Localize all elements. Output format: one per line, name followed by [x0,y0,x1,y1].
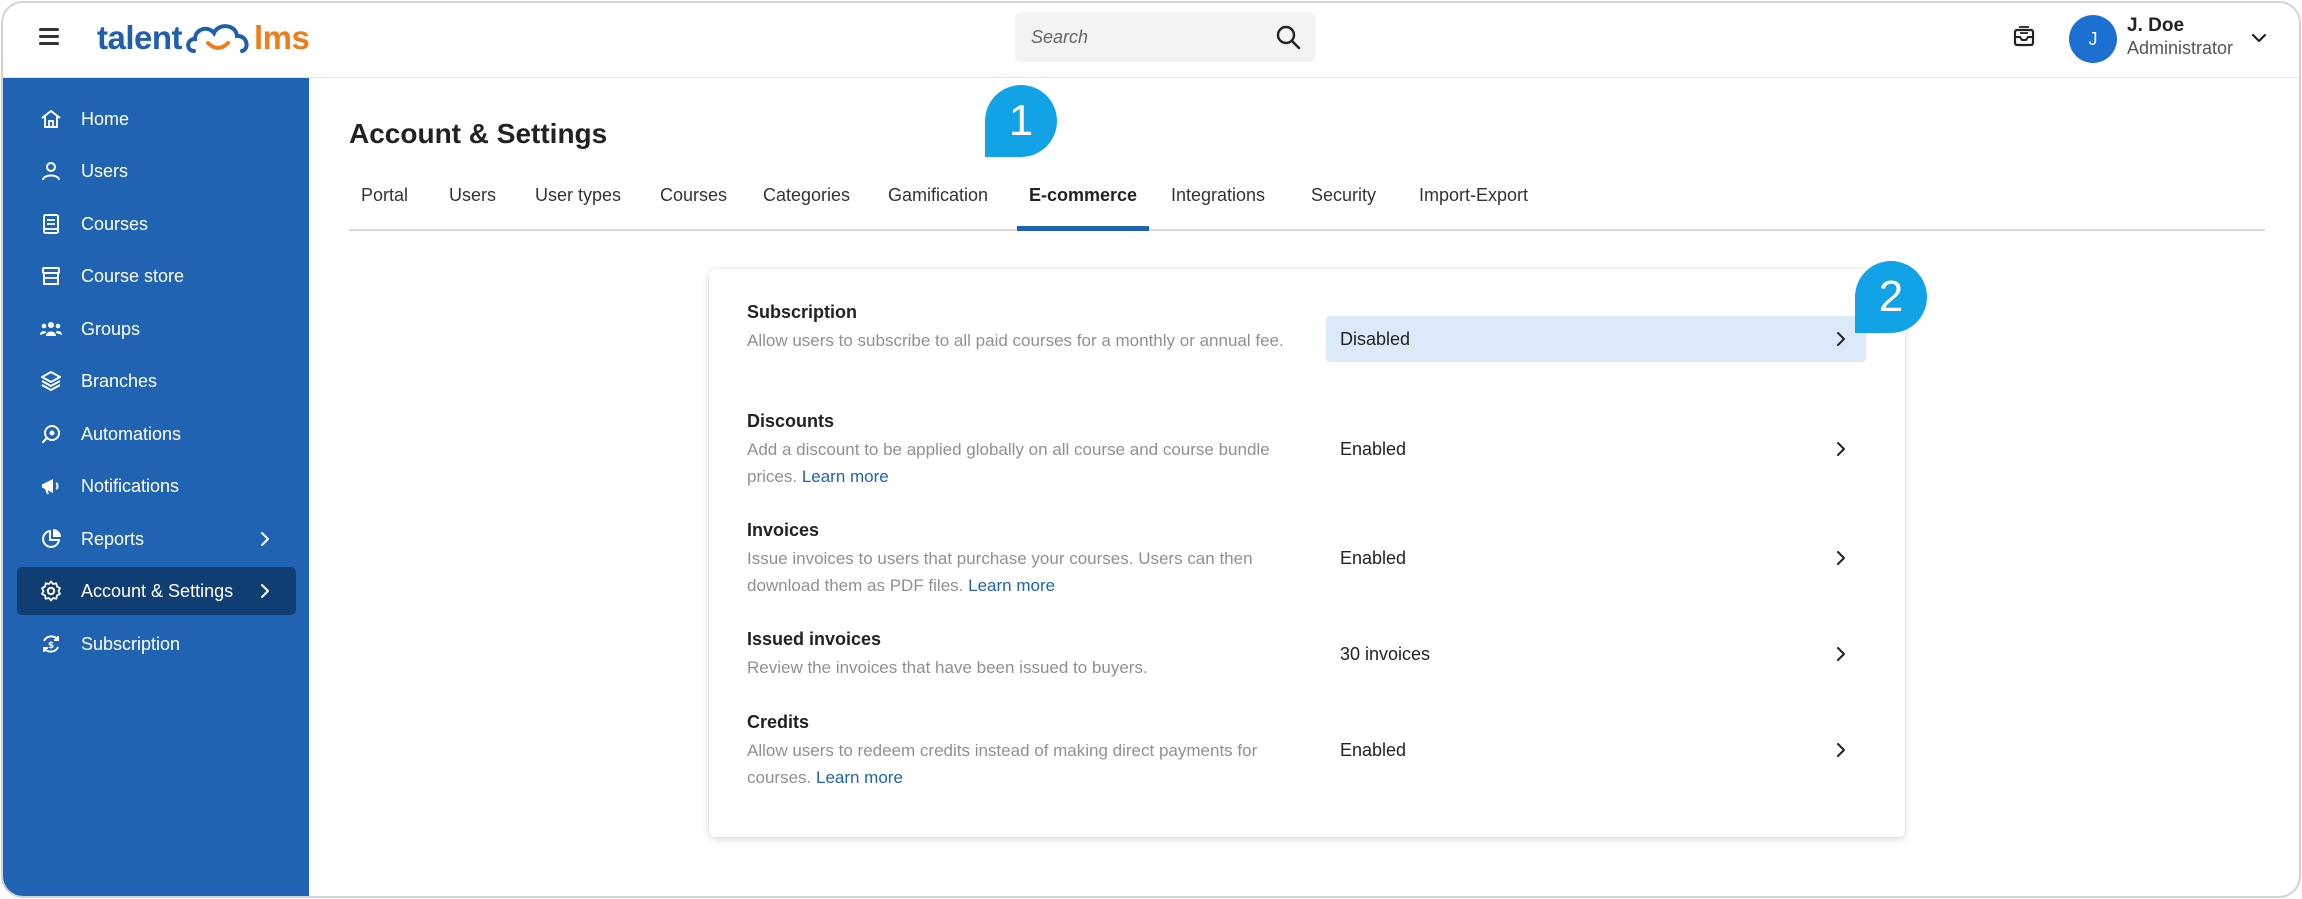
sidebar-item-notifications[interactable]: Notifications [17,462,296,510]
setting-title: Subscription [747,302,858,322]
tab-categories[interactable]: Categories [751,185,862,229]
callout-number: 2 [1878,272,1904,321]
sidebar-item-label: Courses [81,213,149,234]
talentlms-logo[interactable]: talent lms [97,15,310,61]
setting-value: 30 invoices [1340,643,1431,664]
messages-inbox-icon[interactable] [2011,24,2037,50]
book-icon [43,214,59,234]
callout-number: 1 [1008,96,1034,145]
page-title: Account & Settings [349,118,608,149]
chevron-right-icon [1837,442,1845,456]
search-input[interactable] [1029,25,1275,49]
groups-icon [40,322,62,336]
sidebar-item-account-settings[interactable]: Account & Settings [17,567,296,615]
sidebar-item-automations[interactable]: Automations [17,410,296,458]
setting-description: Issue invoices to users that purchase yo… [747,549,1253,595]
store-icon [42,267,60,285]
sidebar-item-label: Notifications [81,475,180,496]
user-icon [42,162,60,181]
sidebar: Home Users Courses Course store Groups B… [3,78,309,896]
learn-more-link[interactable]: Learn more [802,467,889,486]
search-icon[interactable] [1275,24,1301,50]
setting-description: Add a discount to be applied globally on… [747,440,1270,486]
home-icon [41,110,61,128]
tab-users[interactable]: Users [437,185,508,229]
chevron-right-icon [1837,551,1845,565]
megaphone-icon [42,479,59,495]
chevron-right-icon [1837,647,1845,661]
learn-more-link[interactable]: Learn more [968,576,1055,595]
setting-description: Review the invoices that have been issue… [747,658,1148,677]
sidebar-item-branches[interactable]: Branches [17,357,296,405]
setting-description: Allow users to redeem credits instead of… [747,741,1258,787]
gear-icon [41,580,61,602]
sidebar-item-label: Automations [81,423,182,444]
sidebar-item-label: Reports [81,528,145,549]
tab-user-types[interactable]: User types [523,185,633,229]
top-bar: talent lms J J. Doe Administrator [3,3,2299,78]
setting-value: Enabled [1340,438,1407,459]
tab-integrations[interactable]: Integrations [1159,185,1277,229]
ecommerce-settings-card: Subscription Allow users to subscribe to… [709,269,1905,837]
sidebar-item-label: Course store [81,265,185,286]
setting-title: Issued invoices [747,629,882,649]
chevron-right-icon [1837,332,1845,346]
sidebar-item-label: Groups [81,318,141,339]
chevron-right-icon [261,584,269,598]
svg-text:$: $ [48,641,54,651]
tab-e-commerce[interactable]: E-commerce [1017,185,1150,231]
cloud-icon [186,24,249,53]
sidebar-item-label: Account & Settings [81,580,234,601]
automation-icon [41,425,60,444]
subscription-value-button[interactable]: Disabled [1326,316,1866,362]
user-name[interactable]: J. Doe [2127,15,2184,37]
chevron-right-icon [1837,743,1845,757]
sidebar-item-label: Branches [81,370,158,391]
sidebar-item-groups[interactable]: Groups [17,305,296,353]
layers-icon [41,371,61,392]
sidebar-item-users[interactable]: Users [17,147,296,195]
setting-value: Enabled [1340,547,1407,568]
subscription-icon: $ [43,635,59,653]
invoices-value-button[interactable]: Enabled [1326,535,1866,581]
search-box [1015,12,1315,62]
tab-portal[interactable]: Portal [349,185,420,229]
logo-word-talent: talent [97,19,183,56]
setting-value: Disabled [1340,328,1411,349]
setting-title: Credits [747,712,810,732]
sidebar-item-label: Home [81,108,130,129]
issued-invoices-value-button[interactable]: 30 invoices [1326,631,1866,677]
tab-import-export[interactable]: Import-Export [1407,185,1540,229]
logo-word-lms: lms [254,19,310,56]
tab-gamification[interactable]: Gamification [876,185,1000,229]
hamburger-menu-icon[interactable] [39,28,59,45]
sidebar-item-home[interactable]: Home [17,95,296,143]
setting-value: Enabled [1340,739,1407,760]
credits-value-button[interactable]: Enabled [1326,727,1866,773]
sidebar-item-reports[interactable]: Reports [17,515,296,563]
chevron-down-icon[interactable] [2249,28,2269,48]
discounts-value-button[interactable]: Enabled [1326,426,1866,472]
setting-title: Discounts [747,411,835,431]
setting-description: Allow users to subscribe to all paid cou… [747,331,1284,350]
settings-tabs: Portal Users User types Courses Categori… [349,173,2265,231]
sidebar-item-label: Subscription [81,633,181,654]
user-role: Administrator [2127,38,2234,58]
pie-chart-icon [42,529,61,548]
setting-title: Invoices [747,520,820,540]
callout-1: 1 [985,85,1057,157]
tab-security[interactable]: Security [1299,185,1388,229]
tab-courses[interactable]: Courses [648,185,739,229]
app-window: talent lms J J. Doe Administrator [1,1,2301,898]
callout-2: 2 [1855,261,1927,333]
chevron-right-icon [261,532,269,546]
sidebar-item-courses[interactable]: Courses [17,200,296,248]
sidebar-item-subscription[interactable]: $ Subscription [17,620,296,668]
learn-more-link[interactable]: Learn more [816,768,903,787]
sidebar-item-course-store[interactable]: Course store [17,252,296,300]
sidebar-item-label: Users [81,160,129,181]
user-avatar[interactable]: J [2069,15,2117,63]
